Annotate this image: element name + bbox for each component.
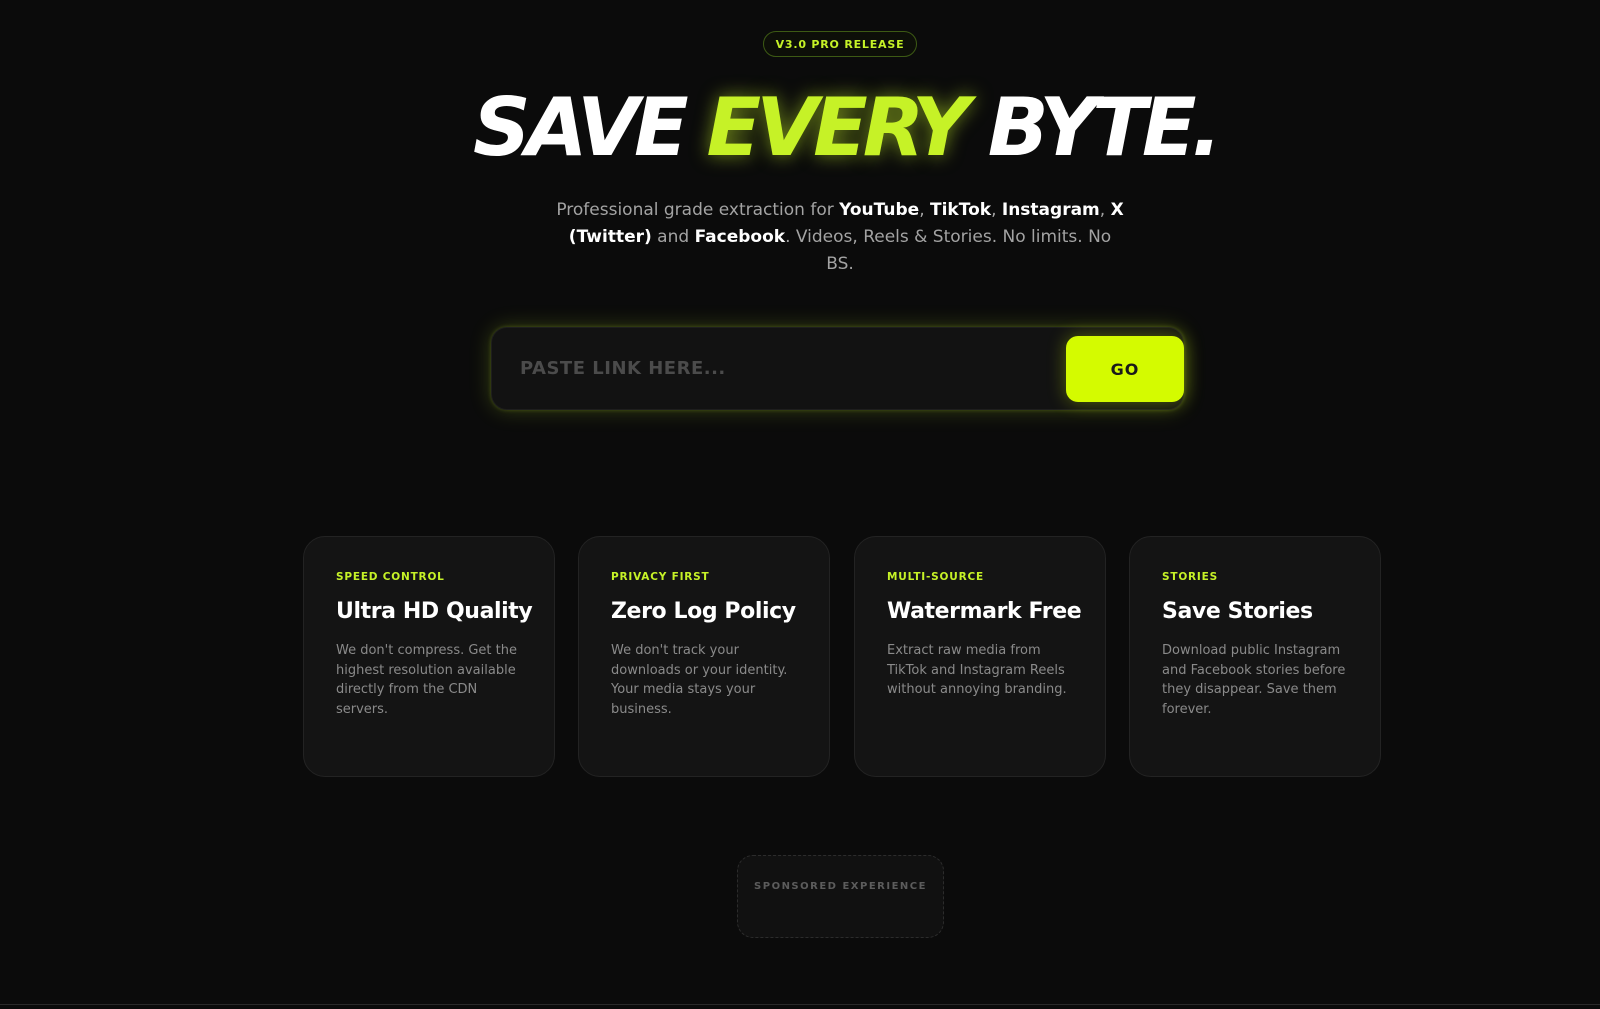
card-eyebrow: PRIVACY FIRST	[611, 571, 710, 583]
feature-card-watermark-free: MULTI-SOURCE Watermark Free Extract raw …	[854, 536, 1106, 777]
sponsored-label: SPONSORED EXPERIENCE	[754, 881, 927, 892]
card-description: We don't compress. Get the highest resol…	[336, 643, 517, 717]
card-description: Extract raw media from TikTok and Instag…	[887, 643, 1067, 697]
sponsored-slot: SPONSORED EXPERIENCE	[737, 855, 944, 938]
feature-card-ultra-hd: SPEED CONTROL Ultra HD Quality We don't …	[303, 536, 555, 777]
platform-youtube: YouTube	[839, 200, 920, 220]
card-eyebrow: SPEED CONTROL	[336, 571, 445, 583]
card-eyebrow: MULTI-SOURCE	[887, 571, 984, 583]
subtitle-separator: ,	[919, 200, 930, 220]
subtitle-separator: and	[651, 227, 695, 247]
link-input[interactable]	[520, 328, 1040, 409]
release-badge: V3.0 PRO RELEASE	[763, 31, 917, 57]
hero-title-part1: SAVE	[473, 81, 707, 174]
feature-cards: SPEED CONTROL Ultra HD Quality We don't …	[303, 536, 1381, 777]
card-title: Ultra HD Quality	[336, 599, 533, 624]
subtitle-separator: ,	[1099, 200, 1111, 220]
subtitle-prefix: Professional grade extraction for	[556, 200, 840, 220]
link-search-box: GO	[491, 327, 1184, 410]
feature-card-save-stories: STORIES Save Stories Download public Ins…	[1129, 536, 1381, 777]
card-title: Save Stories	[1162, 599, 1313, 624]
card-title: Zero Log Policy	[611, 599, 796, 624]
hero-title-part2: BYTE.	[964, 81, 1222, 174]
release-badge-label: V3.0 PRO RELEASE	[775, 37, 905, 51]
hero-title: SAVE EVERY BYTE.	[0, 80, 1600, 176]
go-button[interactable]: GO	[1066, 336, 1184, 402]
card-eyebrow: STORIES	[1162, 571, 1218, 583]
platform-instagram: Instagram	[1001, 200, 1100, 220]
card-description: We don't track your downloads or your id…	[611, 643, 788, 717]
hero-title-accent: EVERY	[706, 81, 970, 174]
page: V3.0 PRO RELEASE SAVE EVERY BYTE. Profes…	[0, 0, 1600, 1009]
hero-subtitle: Professional grade extraction for YouTub…	[555, 197, 1125, 278]
footer-divider	[0, 1004, 1600, 1005]
card-title: Watermark Free	[887, 599, 1082, 624]
platform-tiktok: TikTok	[930, 200, 992, 220]
subtitle-separator: ,	[991, 200, 1002, 220]
feature-card-zero-log: PRIVACY FIRST Zero Log Policy We don't t…	[578, 536, 830, 777]
subtitle-suffix: . Videos, Reels & Stories. No limits. No…	[785, 227, 1112, 274]
card-description: Download public Instagram and Facebook s…	[1162, 643, 1346, 717]
platform-facebook: Facebook	[694, 227, 786, 247]
